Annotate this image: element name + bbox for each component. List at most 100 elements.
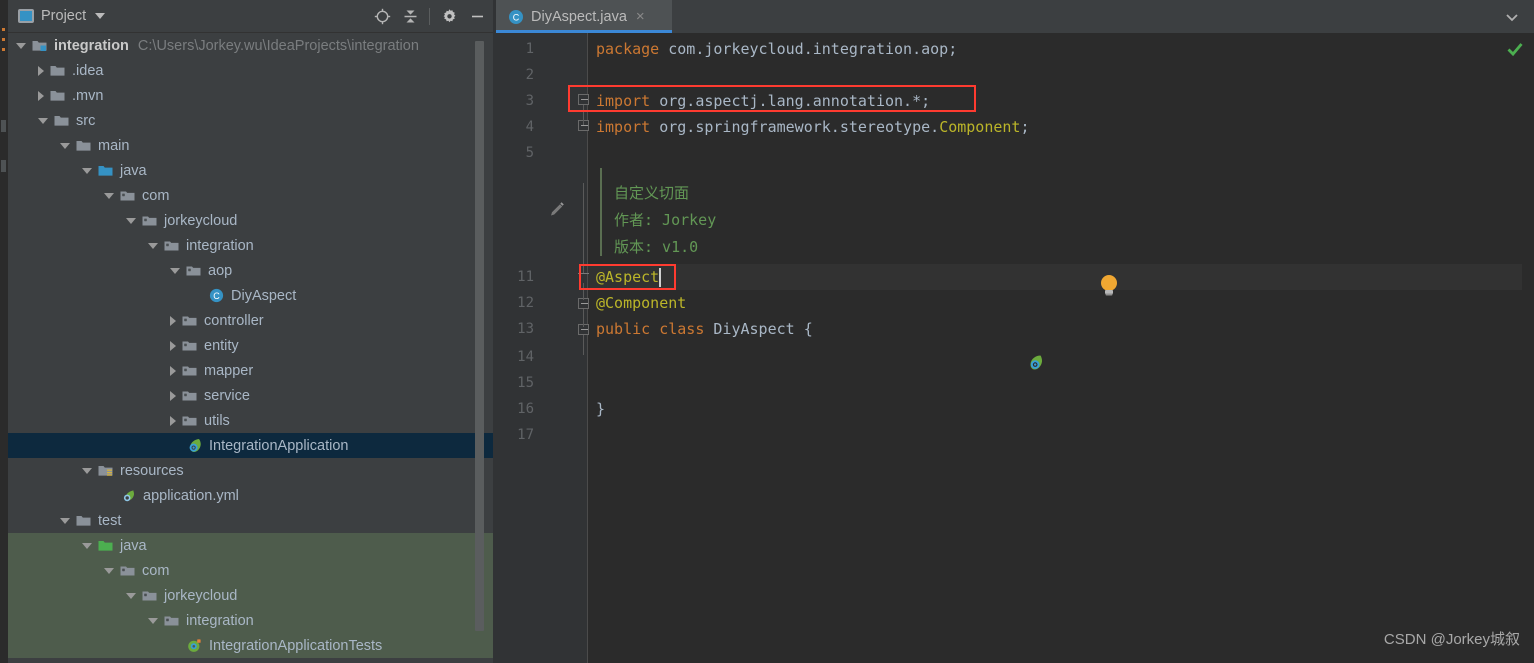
tree-node[interactable]: aop xyxy=(8,258,496,283)
fold-marker-imports[interactable] xyxy=(578,94,589,105)
code-token: import xyxy=(596,92,660,110)
editor-tab-label: DiyAspect.java xyxy=(531,8,627,25)
tree-node[interactable]: com xyxy=(8,558,496,583)
code-line[interactable]: 14 xyxy=(496,344,1534,370)
lightbulb-icon[interactable] xyxy=(1098,274,1120,303)
code-line[interactable]: 12 @Component xyxy=(496,290,1534,316)
code-text: package com.jorkeycloud.integration.aop; xyxy=(596,36,957,62)
folder-icon xyxy=(50,91,65,101)
fold-collapse-top[interactable] xyxy=(578,272,589,283)
ok-check-icon[interactable] xyxy=(1506,40,1524,63)
tree-node[interactable]: jorkeycloud xyxy=(8,208,496,233)
chevron-down-icon[interactable] xyxy=(104,567,114,574)
tree-node[interactable]: mapper xyxy=(8,358,496,383)
chevron-right-icon[interactable] xyxy=(170,390,176,401)
code-line[interactable]: 16} xyxy=(496,396,1534,422)
tree-node[interactable]: jorkeycloud xyxy=(8,583,496,608)
spring-bean-icon[interactable] xyxy=(1027,353,1046,377)
project-tree[interactable]: integration C:\Users\Jorkey.wu\IdeaProjec… xyxy=(8,33,496,663)
tree-node[interactable]: .idea xyxy=(8,58,496,83)
tree-node-label: integration xyxy=(186,237,254,254)
chevron-down-icon[interactable] xyxy=(16,42,26,49)
chevron-down-icon[interactable] xyxy=(82,167,92,174)
chevron-down-icon[interactable] xyxy=(82,542,92,549)
code-line[interactable]: 15 xyxy=(496,370,1534,396)
tree-node[interactable]: .mvn xyxy=(8,83,496,108)
tree-node[interactable]: integration xyxy=(8,233,496,258)
project-panel-scrollbar[interactable] xyxy=(475,33,484,663)
tab-list-chevron-down-icon[interactable] xyxy=(1504,9,1520,30)
chevron-down-icon[interactable] xyxy=(60,517,70,524)
tree-node[interactable]: C DiyAspect xyxy=(8,283,496,308)
package-icon xyxy=(120,191,135,201)
chevron-down-icon[interactable] xyxy=(82,467,92,474)
chevron-down-icon[interactable] xyxy=(60,142,70,149)
chevron-down-icon[interactable] xyxy=(126,217,136,224)
chevron-right-icon[interactable] xyxy=(170,365,176,376)
collapse-all-button[interactable] xyxy=(397,4,423,30)
tree-node-label: jorkeycloud xyxy=(164,212,238,229)
tree-node[interactable]: src xyxy=(8,108,496,133)
code-line[interactable]: 5 xyxy=(496,140,1534,166)
code-token: @Aspect xyxy=(596,268,660,286)
chevron-right-icon[interactable] xyxy=(38,65,44,76)
code-text: @Aspect xyxy=(596,264,659,290)
tree-node[interactable]: utils xyxy=(8,408,496,433)
code-editor[interactable]: 1 package com.jorkeycloud.integration.aop… xyxy=(496,33,1534,663)
chevron-down-icon[interactable] xyxy=(148,617,158,624)
code-line[interactable]: 3 import org.aspectj.lang.annotation.*; xyxy=(496,88,1534,114)
code-content[interactable]: 1 package com.jorkeycloud.integration.aop… xyxy=(496,33,1534,663)
hide-panel-button[interactable] xyxy=(464,4,490,30)
editor-scrollbar[interactable] xyxy=(1522,66,1534,663)
tree-node[interactable]: IntegrationApplicationTests xyxy=(8,633,496,658)
project-panel-title-button[interactable]: Project xyxy=(8,8,106,24)
svg-text:C: C xyxy=(513,12,520,22)
module-folder-icon xyxy=(32,41,47,51)
code-line[interactable]: 13 public class DiyAspect { xyxy=(496,316,1534,342)
code-text: } xyxy=(596,396,605,422)
line-number: 4 xyxy=(525,119,534,135)
code-token: @Component xyxy=(596,294,687,312)
tree-node[interactable]: test xyxy=(8,508,496,533)
editor-tab-diyaspect[interactable]: C DiyAspect.java × xyxy=(496,0,672,33)
tree-node[interactable]: java xyxy=(8,158,496,183)
tree-node[interactable]: java xyxy=(8,533,496,558)
chevron-right-icon[interactable] xyxy=(170,415,176,426)
chevron-right-icon[interactable] xyxy=(170,340,176,351)
chevron-down-icon[interactable] xyxy=(148,242,158,249)
close-icon[interactable]: × xyxy=(636,9,645,24)
tree-node-selected[interactable]: IntegrationApplication xyxy=(8,433,496,458)
chevron-down-icon[interactable] xyxy=(104,192,114,199)
chevron-right-icon[interactable] xyxy=(170,315,176,326)
chevron-down-icon[interactable] xyxy=(170,267,180,274)
locate-target-button[interactable] xyxy=(369,4,395,30)
package-icon xyxy=(120,566,135,576)
tree-node[interactable]: integration xyxy=(8,608,496,633)
settings-button[interactable] xyxy=(436,4,462,30)
tree-node[interactable]: resources xyxy=(8,458,496,483)
tree-node[interactable]: com xyxy=(8,183,496,208)
tree-node-label: application.yml xyxy=(143,487,239,504)
code-line[interactable]: 2 xyxy=(496,62,1534,88)
code-line[interactable]: 4 import org.springframework.stereotype.C… xyxy=(496,114,1534,140)
chevron-down-icon[interactable] xyxy=(38,117,48,124)
scrollbar-thumb[interactable] xyxy=(475,41,484,631)
code-line[interactable]: 11 @Aspect xyxy=(496,264,1534,290)
tree-node[interactable]: integration C:\Users\Jorkey.wu\IdeaProjec… xyxy=(8,33,496,58)
chevron-right-icon[interactable] xyxy=(38,90,44,101)
watermark-text: CSDN @Jorkey城叙 xyxy=(1383,631,1520,648)
tree-node[interactable]: controller xyxy=(8,308,496,333)
tree-node[interactable]: application.yml xyxy=(8,483,496,508)
chevron-down-icon[interactable] xyxy=(126,592,136,599)
package-icon xyxy=(182,416,197,426)
chevron-down-icon[interactable] xyxy=(95,13,106,19)
tree-node[interactable]: service xyxy=(8,383,496,408)
code-line[interactable]: 1 package com.jorkeycloud.integration.aop… xyxy=(496,36,1534,62)
code-text: import org.aspectj.lang.annotation.*; xyxy=(596,88,930,114)
tree-node-label: IntegrationApplication xyxy=(209,437,349,454)
tree-node[interactable]: entity xyxy=(8,333,496,358)
tree-node[interactable]: main xyxy=(8,133,496,158)
pencil-icon[interactable] xyxy=(548,201,566,224)
code-line[interactable]: 17 xyxy=(496,422,1534,448)
tree-node-label: com xyxy=(142,562,170,579)
